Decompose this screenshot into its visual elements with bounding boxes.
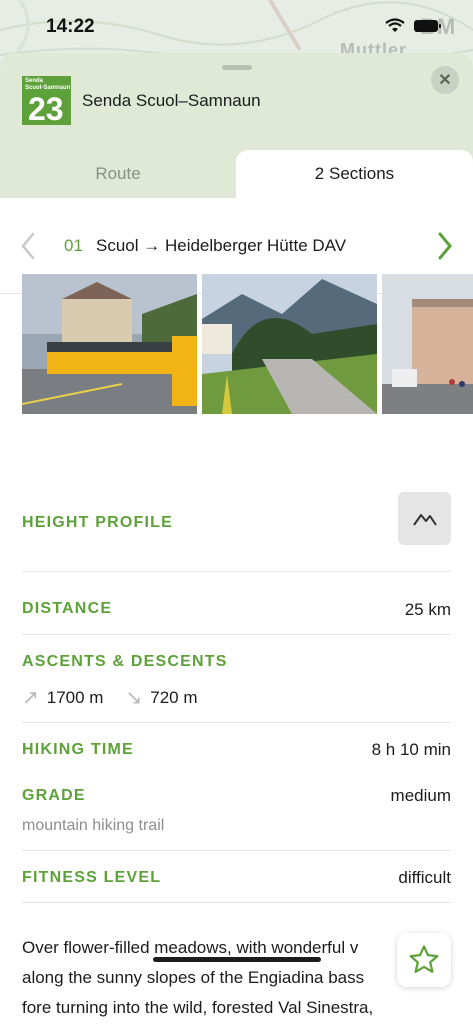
ascents-label: ASCENTS & DESCENTS xyxy=(22,653,228,670)
grade-value: medium xyxy=(390,786,451,805)
favorite-button[interactable] xyxy=(397,933,451,987)
photo-thumbnail[interactable] xyxy=(22,274,197,414)
ascents-row: ASCENTS & DESCENTS ↗ 1700 m ↘ 720 m xyxy=(22,635,451,723)
home-indicator xyxy=(153,957,321,962)
grade-row: GRADE medium mountain hiking trail xyxy=(22,769,451,851)
descent-value: 720 m xyxy=(150,687,198,707)
photo-valley-path xyxy=(202,274,377,414)
grade-label: GRADE xyxy=(22,787,86,804)
logo-number: 23 xyxy=(28,91,64,125)
battery-icon xyxy=(414,20,441,32)
distance-value: 25 km xyxy=(404,600,451,619)
tab-bar: Route 2 Sections xyxy=(0,150,473,198)
section-number: 01 xyxy=(64,236,83,255)
status-bar: 14:22 xyxy=(0,0,473,52)
tab-label: Route xyxy=(95,164,141,183)
height-profile-button[interactable] xyxy=(398,492,451,545)
fitness-value: difficult xyxy=(398,868,451,887)
mountain-profile-icon xyxy=(412,513,437,526)
height-profile-row: HEIGHT PROFILE xyxy=(22,490,451,572)
route-logo: Senda Scuol-Samnaun 23 xyxy=(22,76,71,125)
hiking-time-value: 8 h 10 min xyxy=(371,740,451,759)
tab-route[interactable]: Route xyxy=(0,150,236,198)
photo-gallery[interactable] xyxy=(22,274,473,414)
fitness-label: FITNESS LEVEL xyxy=(22,869,162,886)
hiking-time-row: HIKING TIME 8 h 10 min xyxy=(22,723,451,769)
grade-subtitle: mountain hiking trail xyxy=(22,817,165,834)
tab-sections[interactable]: 2 Sections xyxy=(236,150,473,198)
distance-row: DISTANCE 25 km xyxy=(22,572,451,635)
status-time: 14:22 xyxy=(46,16,95,37)
height-profile-label: HEIGHT PROFILE xyxy=(22,514,174,531)
route-title: Senda Scuol–Samnaun xyxy=(82,91,261,110)
chevron-left-icon[interactable] xyxy=(18,231,38,261)
hiking-time-label: HIKING TIME xyxy=(22,741,134,758)
ascents-values: ↗ 1700 m ↘ 720 m xyxy=(22,685,197,710)
photo-thumbnail[interactable] xyxy=(382,274,473,414)
close-icon: ✕ xyxy=(438,72,452,89)
fitness-row: FITNESS LEVEL difficult xyxy=(22,851,451,903)
tab-label: 2 Sections xyxy=(314,164,395,183)
photo-thumbnail[interactable] xyxy=(202,274,377,414)
distance-label: DISTANCE xyxy=(22,600,113,617)
logo-text: Senda Scuol-Samnaun xyxy=(25,78,71,91)
close-button[interactable]: ✕ xyxy=(431,66,459,94)
descent-arrow-icon: ↘ xyxy=(125,687,143,709)
chevron-right-icon[interactable] xyxy=(435,231,455,261)
description-line: fore turning into the wild, forested Val… xyxy=(22,998,374,1017)
route-sheet: Senda Scuol-Samnaun 23 Senda Scuol–Samna… xyxy=(0,53,473,1024)
star-icon xyxy=(409,945,439,973)
wifi-icon xyxy=(385,18,405,32)
ascent-arrow-icon: ↗ xyxy=(22,687,39,709)
section-name: Scuol → Heidelberger Hütte DAV xyxy=(96,236,347,255)
info-list: HEIGHT PROFILE DISTANCE 25 km ASCENTS & … xyxy=(22,490,451,903)
ascent-value: 1700 m xyxy=(46,687,104,707)
sheet-header: Senda Scuol-Samnaun 23 Senda Scuol–Samna… xyxy=(0,53,473,198)
photo-town-square xyxy=(382,274,473,414)
sheet-grabber[interactable] xyxy=(222,65,252,70)
photo-bus-station xyxy=(22,274,197,414)
